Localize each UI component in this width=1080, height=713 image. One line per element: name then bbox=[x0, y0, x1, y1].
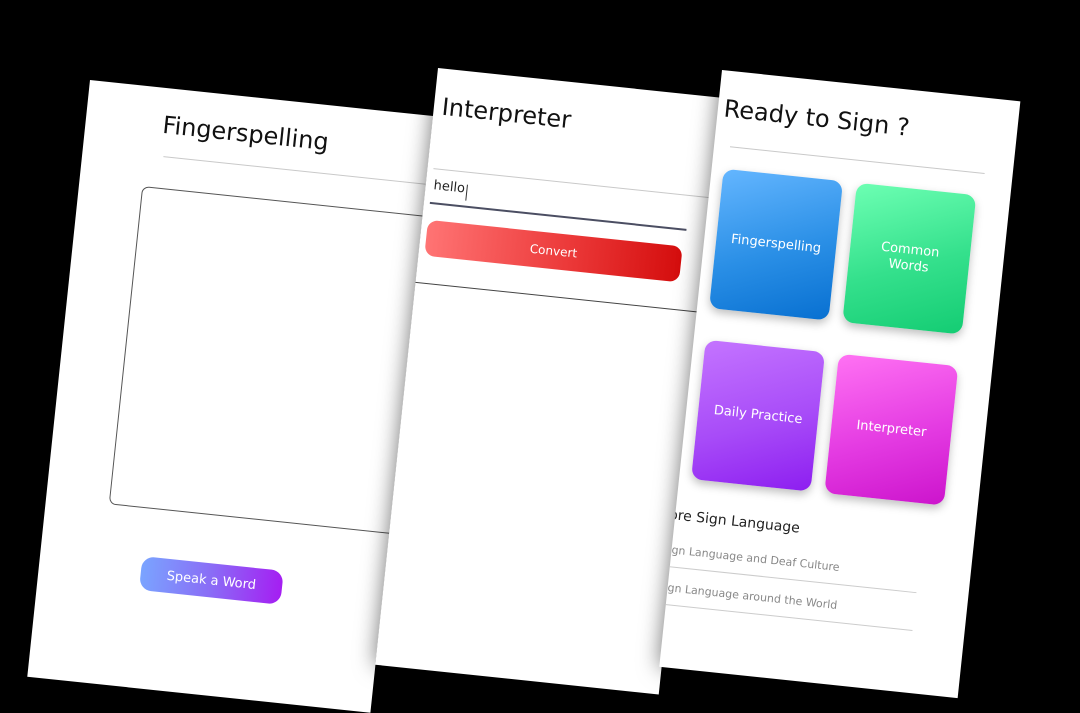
divider bbox=[729, 146, 985, 175]
sign-output-area bbox=[375, 280, 704, 695]
tile-label: Fingerspelling bbox=[730, 232, 822, 257]
tile-interpreter[interactable]: Interpreter bbox=[824, 353, 959, 506]
link-deaf-culture[interactable]: Sign Language and Deaf Culture bbox=[661, 542, 921, 582]
divider bbox=[163, 156, 434, 189]
tile-fingerspelling[interactable]: Fingerspelling bbox=[709, 168, 844, 321]
link-around-the-world[interactable]: Sign Language around the World bbox=[659, 580, 917, 620]
tile-label: Interpreter bbox=[855, 418, 928, 441]
tile-common-words[interactable]: Common Words bbox=[842, 182, 977, 335]
tile-daily-practice[interactable]: Daily Practice bbox=[691, 339, 826, 492]
speak-word-button[interactable]: Speak a Word bbox=[138, 556, 284, 605]
section-title: More Sign Language bbox=[659, 505, 801, 537]
page-title: Ready to Sign ? bbox=[722, 94, 912, 142]
convert-button[interactable]: Convert bbox=[424, 219, 683, 283]
sign-display-area bbox=[108, 186, 434, 536]
home-screen: Ready to Sign ? Fingerspelling Common Wo… bbox=[659, 70, 1021, 699]
page-title: Interpreter bbox=[440, 92, 573, 135]
page-title: Fingerspelling bbox=[161, 110, 331, 157]
tile-label: Common Words bbox=[880, 240, 941, 276]
tile-label: Daily Practice bbox=[713, 403, 804, 428]
fingerspelling-screen: Fingerspelling Speak a Word bbox=[27, 80, 434, 713]
